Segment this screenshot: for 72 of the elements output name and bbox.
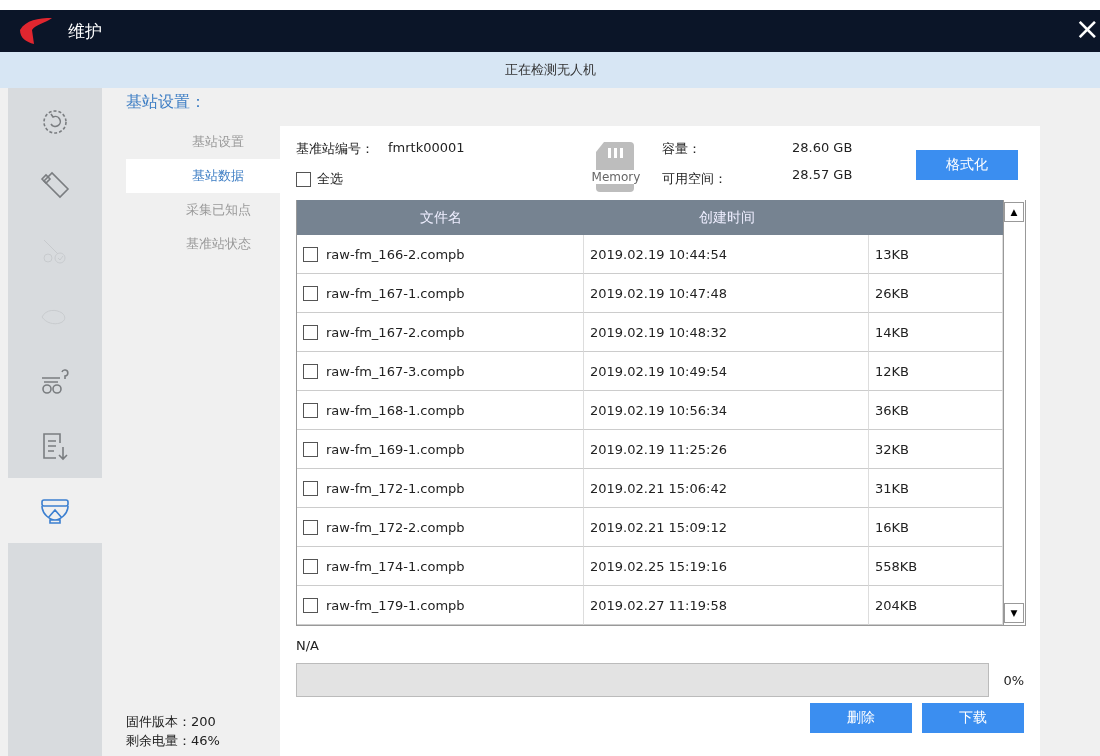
memory-label: Memory: [590, 170, 642, 184]
select-all-checkbox[interactable]: [296, 171, 311, 187]
window-title: 维护: [68, 19, 102, 43]
file-size: 204KB: [875, 597, 918, 613]
capacity-value: 28.60 GB: [792, 140, 854, 155]
status-text: 正在检测无人机: [504, 61, 596, 79]
file-name: raw-fm_167-3.compb: [326, 363, 465, 379]
select-all-label: 全选: [317, 170, 343, 188]
station-id-label: 基准站编号：: [296, 140, 375, 158]
subnav-item[interactable]: 基站数据: [126, 159, 280, 193]
row-checkbox[interactable]: [303, 402, 318, 418]
file-size: 13KB: [875, 246, 909, 262]
file-size: 36KB: [875, 402, 909, 418]
logo-icon: [18, 16, 52, 46]
station-id-value: fmrtk00001: [388, 140, 466, 155]
progress-percent: 0%: [1003, 672, 1024, 688]
row-checkbox[interactable]: [303, 246, 318, 262]
section-title: 基站设置：: [126, 92, 207, 113]
file-row[interactable]: raw-fm_167-2.compb 2019.02.19 10:48:32 14KB: [297, 313, 1025, 352]
file-row[interactable]: raw-fm_167-1.compb 2019.02.19 10:47:48 26KB: [297, 274, 1025, 313]
row-checkbox[interactable]: [303, 324, 318, 340]
file-size: 12KB: [875, 363, 909, 379]
file-size: 16KB: [875, 519, 909, 535]
free-space-value: 28.57 GB: [792, 167, 854, 182]
created-time: 2019.02.19 10:48:32: [590, 324, 727, 340]
created-time: 2019.02.19 10:44:54: [590, 246, 727, 262]
created-time: 2019.02.21 15:09:12: [590, 519, 727, 535]
file-name: raw-fm_172-1.compb: [326, 480, 465, 496]
row-checkbox[interactable]: [303, 441, 318, 457]
file-row[interactable]: raw-fm_174-1.compb 2019.02.25 15:19:16 558KB: [297, 547, 1025, 586]
created-time: 2019.02.27 11:19:58: [590, 597, 727, 613]
free-space-label: 可用空间：: [662, 170, 728, 188]
created-time: 2019.02.19 10:49:54: [590, 363, 727, 379]
row-checkbox[interactable]: [303, 519, 318, 535]
file-row[interactable]: raw-fm_168-1.compb 2019.02.19 10:56:34 36KB: [297, 391, 1025, 430]
row-checkbox[interactable]: [303, 363, 318, 379]
column-header: 创建时间: [697, 207, 756, 227]
row-checkbox[interactable]: [303, 558, 318, 574]
progress-file: N/A: [296, 638, 320, 653]
file-name: raw-fm_167-2.compb: [326, 324, 465, 340]
file-name: raw-fm_167-1.compb: [326, 285, 465, 301]
file-row[interactable]: raw-fm_172-1.compb 2019.02.21 15:06:42 31KB: [297, 469, 1025, 508]
file-size: 26KB: [875, 285, 909, 301]
file-row[interactable]: raw-fm_166-2.compb 2019.02.19 10:44:54 13KB: [297, 235, 1025, 274]
row-checkbox[interactable]: [303, 597, 318, 613]
file-size: 32KB: [875, 441, 909, 457]
capacity-label: 容量：: [662, 140, 702, 158]
created-time: 2019.02.19 10:56:34: [590, 402, 727, 418]
firmware-version: 固件版本：200: [126, 713, 217, 731]
created-time: 2019.02.21 15:06:42: [590, 480, 727, 496]
file-name: raw-fm_174-1.compb: [326, 558, 465, 574]
file-size: 14KB: [875, 324, 909, 340]
created-time: 2019.02.19 11:25:26: [590, 441, 727, 457]
file-row[interactable]: raw-fm_167-3.compb 2019.02.19 10:49:54 12KB: [297, 352, 1025, 391]
file-name: raw-fm_169-1.compb: [326, 441, 465, 457]
created-time: 2019.02.19 10:47:48: [590, 285, 727, 301]
row-checkbox[interactable]: [303, 285, 318, 301]
close-button[interactable]: ×: [1074, 14, 1100, 44]
column-header: 文件名: [418, 207, 463, 227]
file-row[interactable]: raw-fm_172-2.compb 2019.02.21 15:09:12 16KB: [297, 508, 1025, 547]
created-time: 2019.02.25 15:19:16: [590, 558, 727, 574]
file-row[interactable]: raw-fm_169-1.compb 2019.02.19 11:25:26 32KB: [297, 430, 1025, 469]
scroll-up-button[interactable]: ▲: [1004, 202, 1024, 222]
file-size: 31KB: [875, 480, 909, 496]
file-name: raw-fm_166-2.compb: [326, 246, 465, 262]
row-checkbox[interactable]: [303, 480, 318, 496]
scroll-down-button[interactable]: ▼: [1004, 603, 1024, 623]
file-name: raw-fm_179-1.compb: [326, 597, 465, 613]
battery-level: 剩余电量：46%: [126, 732, 221, 750]
file-name: raw-fm_168-1.compb: [326, 402, 465, 418]
file-name: raw-fm_172-2.compb: [326, 519, 465, 535]
file-size: 558KB: [875, 558, 918, 574]
